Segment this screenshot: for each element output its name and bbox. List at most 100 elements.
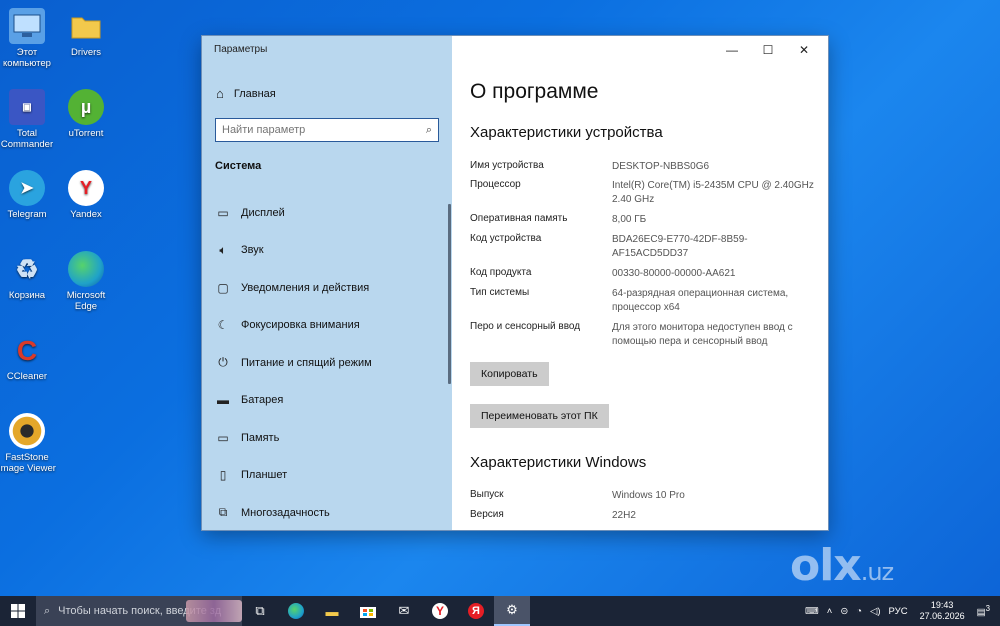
chevron-up-icon[interactable]: ˄ xyxy=(823,606,837,617)
spec-label: Оперативная память xyxy=(470,213,568,224)
nav-item-multitasking[interactable]: ⧉ Многозадачность xyxy=(202,494,452,532)
spec-label: Версия xyxy=(470,509,504,520)
folder-icon xyxy=(68,8,104,44)
nav-item-label: Звук xyxy=(241,244,264,257)
nav-item-storage[interactable]: ▭ Память xyxy=(202,419,452,457)
taskbar-search-box[interactable]: ⌕ Чтобы начать поиск, введите зд xyxy=(36,596,242,626)
close-icon[interactable]: ✕ xyxy=(786,40,822,60)
search-icon: ⌕ xyxy=(44,604,51,617)
yandex-browser-icon: Y xyxy=(68,170,104,206)
windows-specs-heading: Характеристики Windows xyxy=(470,454,647,471)
olx-watermark: olx.uz xyxy=(790,540,894,591)
spec-label: Тип системы xyxy=(470,287,530,298)
storage-icon: ▭ xyxy=(217,430,229,445)
desktop-icon-ccleaner[interactable]: C CCleaner xyxy=(0,332,57,382)
keyboard-icon[interactable]: ⌨ xyxy=(801,606,823,617)
settings-search-input[interactable] xyxy=(222,124,426,136)
nav-item-display[interactable]: ▭ Дисплей xyxy=(202,194,452,232)
rename-pc-button[interactable]: Переименовать этот ПК xyxy=(470,404,609,428)
desktop-icon-label: Microsoft Edge xyxy=(66,290,106,312)
notification-center-icon[interactable]: ▤3 xyxy=(973,604,1000,618)
display-icon: ▭ xyxy=(217,205,229,220)
clock-date: 27.06.2026 xyxy=(919,611,965,621)
desktop-icon-telegram[interactable]: ➤ Telegram xyxy=(0,170,57,220)
mail-icon[interactable]: ✉ xyxy=(386,596,422,626)
focus-assist-icon: ☾ xyxy=(217,318,229,333)
file-explorer-icon[interactable]: ▬ xyxy=(314,596,350,626)
spec-value: 8,00 ГБ xyxy=(612,214,647,225)
nav-item-focus-assist[interactable]: ☾ Фокусировка внимания xyxy=(202,307,452,345)
notification-count: 3 xyxy=(985,603,990,613)
battery-icon: ▬ xyxy=(217,393,229,408)
desktop-icon-yandex[interactable]: Y Yandex xyxy=(56,170,116,220)
nav-item-label: Планшет xyxy=(241,469,288,482)
window-controls: — ☐ ✕ xyxy=(714,40,822,60)
desktop-icon-label: Корзина xyxy=(8,290,46,301)
system-tray: ⌨ ˄ ⊝ ◔ ◁) РУС 19:43 27.06.2026 ▤3 xyxy=(801,596,1000,626)
multitasking-icon: ⧉ xyxy=(218,505,228,520)
nav-item-notifications[interactable]: ▢ Уведомления и действия xyxy=(202,269,452,307)
telegram-icon: ➤ xyxy=(9,170,45,206)
desktop-icon-recycle-bin[interactable]: ♻ Корзина xyxy=(0,251,57,302)
page-title: О программе xyxy=(470,80,599,103)
power-icon: ⏻ xyxy=(218,355,228,370)
spec-value: BDA26EC9-E770-42DF-8B59-AF15ACD5DD37 xyxy=(612,234,748,259)
minimize-icon[interactable]: — xyxy=(714,40,750,60)
spec-label: Перо и сенсорный ввод xyxy=(470,321,581,332)
accessories-icon[interactable]: ⊝ xyxy=(836,606,852,617)
nav-item-label: Батарея xyxy=(241,394,284,407)
desktop-icon-label: CCleaner xyxy=(6,371,48,382)
nav-item-power[interactable]: ⏻ Питание и спящий режим xyxy=(202,344,452,382)
nav-item-label: Питание и спящий режим xyxy=(241,356,372,369)
nav-item-sound[interactable]: 🔈︎ Звук xyxy=(202,232,452,270)
clock[interactable]: 19:43 27.06.2026 xyxy=(912,600,973,622)
yandex-browser-taskbar-icon[interactable]: Y xyxy=(422,596,458,626)
settings-taskbar-icon[interactable]: ⚙ xyxy=(494,596,530,626)
nav-item-battery[interactable]: ▬ Батарея xyxy=(202,382,452,420)
device-specs-heading: Характеристики устройства xyxy=(470,124,663,141)
about-content: — ☐ ✕ О программе Характеристики устройс… xyxy=(452,36,828,530)
windows-logo-icon xyxy=(11,604,25,618)
nav-item-label: Дисплей xyxy=(241,206,285,219)
spec-value: Для этого монитора недоступен ввод с пом… xyxy=(612,322,793,347)
home-nav-item[interactable]: ⌂ Главная xyxy=(216,86,276,101)
window-title: Параметры xyxy=(214,44,268,55)
spec-label: Выпуск xyxy=(470,489,504,500)
spec-value: 22H2 xyxy=(612,510,636,521)
recycle-bin-icon: ♻ xyxy=(15,253,39,284)
desktop-icon-total-commander[interactable]: ▣ Total Commander xyxy=(0,89,57,150)
search-highlight-image xyxy=(186,600,242,622)
task-view-icon[interactable]: ⧉ xyxy=(242,596,278,626)
volume-icon[interactable]: ◁) xyxy=(866,606,884,617)
start-button[interactable] xyxy=(0,596,36,626)
faststone-icon xyxy=(9,413,45,449)
maximize-icon[interactable]: ☐ xyxy=(750,40,786,60)
desktop-icon-utorrent[interactable]: µ uTorrent xyxy=(56,89,116,139)
nav-item-label: Память xyxy=(241,431,280,444)
ccleaner-icon: C xyxy=(16,334,38,366)
home-label: Главная xyxy=(233,87,276,100)
spec-value: 64-разрядная операционная система, проце… xyxy=(612,288,789,313)
microsoft-store-icon[interactable] xyxy=(350,596,386,626)
language-indicator[interactable]: РУС xyxy=(885,606,912,617)
nav-item-tablet[interactable]: ▯ Планшет xyxy=(202,457,452,495)
edge-taskbar-icon[interactable] xyxy=(278,596,314,626)
section-label: Система xyxy=(215,160,262,172)
settings-search-box[interactable]: ⌕ xyxy=(215,118,439,142)
desktop-icon-edge[interactable]: Microsoft Edge xyxy=(56,251,116,312)
spec-label: Код устройства xyxy=(470,233,542,244)
yandex-taskbar-icon[interactable]: Я xyxy=(458,596,494,626)
desktop-icon-faststone[interactable]: FastStone Image Viewer xyxy=(0,413,57,474)
desktop-icon-label: FastStone Image Viewer xyxy=(0,452,56,474)
spec-label: Код продукта xyxy=(470,267,532,278)
sidebar-scrollbar[interactable] xyxy=(448,204,451,384)
desktop-icon-drivers[interactable]: Drivers xyxy=(56,8,116,58)
desktop-icon-this-pc[interactable]: Этот компьютер xyxy=(0,8,57,69)
spec-value: Windows 10 Pro xyxy=(612,490,685,501)
copy-button[interactable]: Копировать xyxy=(470,362,549,386)
taskbar: ⌕ Чтобы начать поиск, введите зд ⧉ ▬ ✉ Y… xyxy=(0,596,1000,626)
network-icon[interactable]: ◔ xyxy=(852,606,866,617)
search-icon[interactable]: ⌕ xyxy=(426,124,432,137)
nav-item-label: Фокусировка внимания xyxy=(241,319,360,332)
settings-nav-list: ▭ Дисплей 🔈︎ Звук ▢ Уведомления и действия … xyxy=(202,194,452,532)
